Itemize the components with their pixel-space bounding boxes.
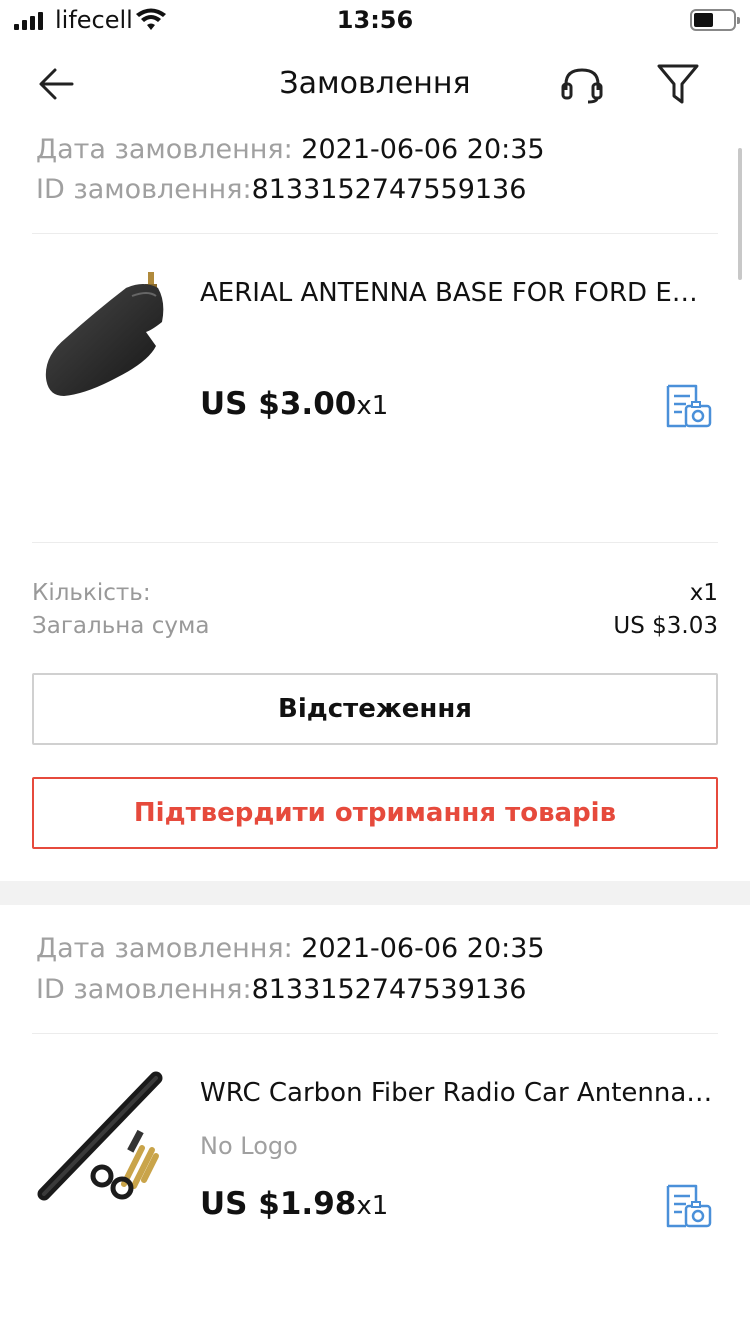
headset-icon[interactable] <box>560 64 604 104</box>
quantity-label: Кількість: <box>32 580 151 606</box>
price-row: US $3.00x1 <box>200 386 388 422</box>
product-qty: x1 <box>356 1191 389 1221</box>
quantity-value: x1 <box>689 580 718 606</box>
summary-total: Загальна сума US $3.03 <box>32 613 718 639</box>
funnel-icon[interactable] <box>656 62 700 106</box>
page-title: Замовлення <box>279 66 471 101</box>
order-id-label: ID замовлення: <box>36 174 252 205</box>
battery-icon <box>690 9 740 31</box>
order-id: ID замовлення:8133152747559136 <box>36 170 526 210</box>
divider <box>32 542 718 543</box>
product-qty: x1 <box>356 391 389 421</box>
receipt-photo-icon[interactable] <box>664 1182 714 1230</box>
summary-quantity: Кількість: x1 <box>32 580 718 606</box>
total-value: US $3.03 <box>613 613 718 639</box>
order-id-label: ID замовлення: <box>36 974 252 1005</box>
divider <box>32 1033 718 1034</box>
scrollbar[interactable] <box>738 148 742 280</box>
order-id-value: 8133152747559136 <box>251 174 527 205</box>
product-title[interactable]: AERIAL ANTENNA BASE FOR FORD ESCORT <box>200 278 714 308</box>
price-row: US $1.98x1 <box>200 1186 388 1222</box>
clock: 13:56 <box>336 6 414 34</box>
total-label: Загальна сума <box>32 613 210 639</box>
order-date-value: 2021-06-06 20:35 <box>292 134 545 165</box>
confirm-receipt-button[interactable]: Підтвердити отримання товарів <box>32 777 718 849</box>
order-id: ID замовлення:8133152747539136 <box>36 970 526 1010</box>
status-bar: lifecell 13:56 <box>0 0 750 44</box>
product-price: US $1.98 <box>200 1186 357 1222</box>
order-id-value: 8133152747539136 <box>251 974 527 1005</box>
order-date-label: Дата замовлення: <box>36 933 293 964</box>
product-price: US $3.00 <box>200 386 357 422</box>
order-date-value: 2021-06-06 20:35 <box>292 933 545 964</box>
product-brand: No Logo <box>200 1132 298 1160</box>
track-button[interactable]: Відстеження <box>32 673 718 745</box>
divider <box>32 233 718 234</box>
receipt-photo-icon[interactable] <box>664 382 714 430</box>
order-date: Дата замовлення: 2021-06-06 20:35 <box>36 130 545 170</box>
product-image-antenna-base[interactable] <box>36 266 176 406</box>
nav-bar: Замовлення <box>0 44 750 124</box>
product-image-carbon-antenna[interactable] <box>36 1066 176 1206</box>
order-date: Дата замовлення: 2021-06-06 20:35 <box>36 929 545 969</box>
product-title[interactable]: WRC Carbon Fiber Radio Car Antenna Short <box>200 1078 714 1108</box>
section-separator <box>0 881 750 905</box>
order-date-label: Дата замовлення: <box>36 134 293 165</box>
